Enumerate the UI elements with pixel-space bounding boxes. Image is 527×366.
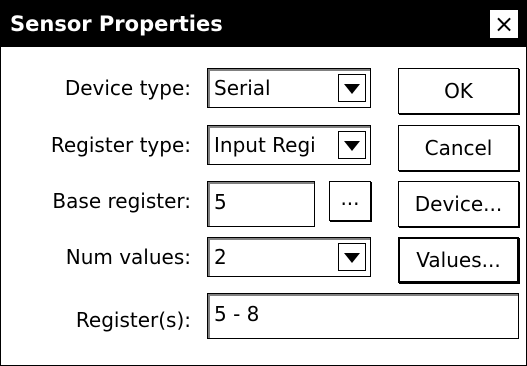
sensor-properties-dialog: Sensor Properties × Device type: Serial … xyxy=(0,0,527,366)
register-type-label: Register type: xyxy=(50,133,191,157)
cancel-label: Cancel xyxy=(424,136,493,160)
num-values-select[interactable]: 2 xyxy=(207,237,371,277)
registers-label: Register(s): xyxy=(75,308,191,332)
num-values-dropdown-button[interactable] xyxy=(338,243,366,271)
browse-label: ... xyxy=(340,186,360,210)
cancel-button[interactable]: Cancel xyxy=(398,125,519,171)
values-button[interactable]: Values... xyxy=(398,237,519,283)
register-type-select[interactable]: Input Regi xyxy=(207,125,371,165)
chevron-down-icon xyxy=(344,141,360,151)
device-label: Device... xyxy=(414,192,503,216)
device-type-select[interactable]: Serial xyxy=(207,68,371,108)
device-type-value: Serial xyxy=(214,76,271,100)
base-register-label: Base register: xyxy=(52,189,191,213)
register-type-dropdown-button[interactable] xyxy=(338,131,366,159)
close-icon: × xyxy=(493,10,515,38)
registers-field: 5 - 8 xyxy=(207,293,519,339)
register-type-value: Input Regi xyxy=(214,133,316,157)
dialog-title: Sensor Properties xyxy=(10,12,223,36)
ok-label: OK xyxy=(444,79,473,103)
values-label: Values... xyxy=(416,248,501,272)
device-type-dropdown-button[interactable] xyxy=(338,74,366,102)
registers-value: 5 - 8 xyxy=(214,302,260,326)
device-type-label: Device type: xyxy=(64,76,191,100)
num-values-label: Num values: xyxy=(65,245,191,269)
device-button[interactable]: Device... xyxy=(398,181,519,227)
base-register-input[interactable]: 5 xyxy=(207,181,315,227)
title-bar: Sensor Properties × xyxy=(1,1,526,47)
close-button[interactable]: × xyxy=(489,9,519,39)
chevron-down-icon xyxy=(344,253,360,263)
chevron-down-icon xyxy=(344,84,360,94)
num-values-value: 2 xyxy=(214,245,227,269)
ok-button[interactable]: OK xyxy=(398,68,519,114)
base-register-browse-button[interactable]: ... xyxy=(329,181,371,221)
base-register-value: 5 xyxy=(214,190,227,214)
